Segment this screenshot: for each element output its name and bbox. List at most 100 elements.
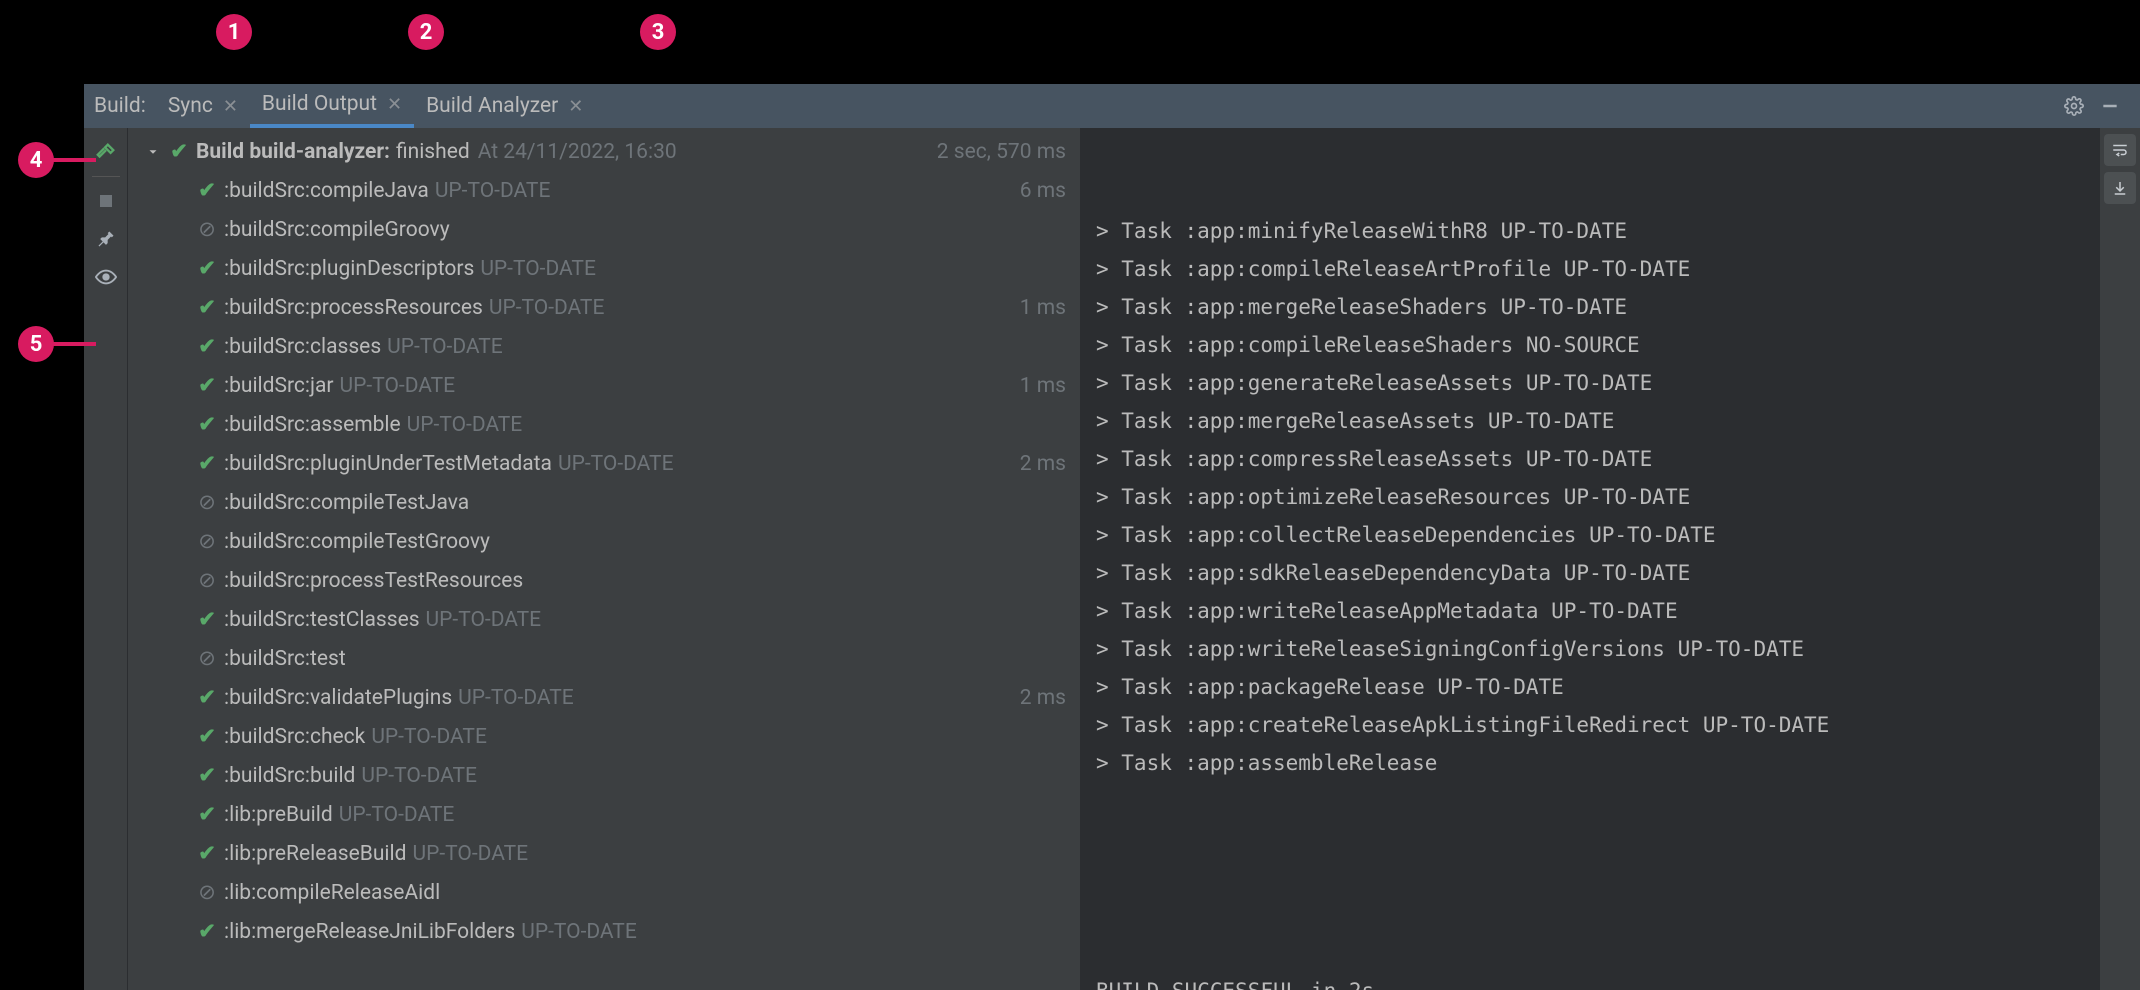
console-line: > Task :app:compileReleaseArtProfile UP-…	[1096, 250, 2100, 288]
tab-label: Build Output	[262, 92, 377, 116]
task-state: UP-TO-DATE	[387, 335, 503, 359]
task-row[interactable]: ⊘:buildSrc:compileTestJava	[134, 483, 1074, 522]
check-icon: ✔	[168, 139, 190, 164]
callout-line-4	[52, 158, 96, 162]
task-name: :buildSrc:compileTestJava	[224, 491, 469, 515]
console-line: > Task :app:writeReleaseSigningConfigVer…	[1096, 630, 2100, 668]
callout-badge-4: 4	[18, 142, 54, 178]
scroll-to-end-icon[interactable]	[2104, 172, 2136, 204]
check-icon: ✔	[196, 295, 218, 320]
tab-label: Build Analyzer	[426, 94, 558, 118]
check-icon: ✔	[196, 607, 218, 632]
console-line: > Task :app:compileReleaseShaders NO-SOU…	[1096, 326, 2100, 364]
task-name: :buildSrc:pluginDescriptors	[224, 257, 474, 281]
console-line: > Task :app:mergeReleaseAssets UP-TO-DAT…	[1096, 402, 2100, 440]
skip-icon: ⊘	[196, 217, 218, 242]
task-row[interactable]: ✔:buildSrc:testClassesUP-TO-DATE	[134, 600, 1074, 639]
task-state: UP-TO-DATE	[489, 296, 605, 320]
soft-wrap-icon[interactable]	[2104, 134, 2136, 166]
stop-icon[interactable]	[88, 183, 124, 219]
task-name: :lib:mergeReleaseJniLibFolders	[224, 920, 515, 944]
task-row[interactable]: ✔:buildSrc:processResourcesUP-TO-DATE 1 m…	[134, 288, 1074, 327]
task-name: :buildSrc:check	[224, 725, 365, 749]
skip-icon: ⊘	[196, 880, 218, 905]
console-line: > Task :app:packageRelease UP-TO-DATE	[1096, 668, 2100, 706]
close-icon[interactable]: ✕	[223, 96, 238, 117]
pin-icon[interactable]	[88, 221, 124, 257]
task-name: :buildSrc:validatePlugins	[224, 686, 452, 710]
callout-line-5	[52, 342, 96, 346]
task-state: UP-TO-DATE	[480, 257, 596, 281]
task-state: UP-TO-DATE	[521, 920, 637, 944]
check-icon: ✔	[196, 685, 218, 710]
task-row[interactable]: ✔:buildSrc:pluginDescriptorsUP-TO-DATE	[134, 249, 1074, 288]
task-row[interactable]: ✔:lib:preReleaseBuildUP-TO-DATE	[134, 834, 1074, 873]
console-line: > Task :app:optimizeReleaseResources UP-…	[1096, 478, 2100, 516]
task-row[interactable]: ✔:buildSrc:assembleUP-TO-DATE	[134, 405, 1074, 444]
root-title: Build build-analyzer:	[196, 140, 390, 164]
task-duration: 2 ms	[1020, 452, 1074, 476]
task-row[interactable]: ✔:buildSrc:buildUP-TO-DATE	[134, 756, 1074, 795]
task-name: :buildSrc:classes	[224, 335, 381, 359]
task-row[interactable]: ✔:lib:mergeReleaseJniLibFoldersUP-TO-DAT…	[134, 912, 1074, 951]
skip-icon: ⊘	[196, 490, 218, 515]
check-icon: ✔	[196, 373, 218, 398]
task-name: :buildSrc:compileGroovy	[224, 218, 450, 242]
close-icon[interactable]: ✕	[387, 94, 402, 115]
console-output[interactable]: > Task :app:minifyReleaseWithR8 UP-TO-DA…	[1080, 128, 2100, 990]
tree-root[interactable]: ✔ Build build-analyzer: finished At 24/1…	[134, 132, 1074, 171]
task-duration: 1 ms	[1020, 296, 1074, 320]
check-icon: ✔	[196, 724, 218, 749]
skip-icon: ⊘	[196, 568, 218, 593]
check-icon: ✔	[196, 841, 218, 866]
callout-badge-5: 5	[18, 326, 54, 362]
task-row[interactable]: ✔:lib:preBuildUP-TO-DATE	[134, 795, 1074, 834]
task-tree[interactable]: ✔ Build build-analyzer: finished At 24/1…	[128, 128, 1080, 990]
console-line: > Task :app:collectReleaseDependencies U…	[1096, 516, 2100, 554]
check-icon: ✔	[196, 178, 218, 203]
eye-icon[interactable]	[88, 259, 124, 295]
left-toolbar	[84, 128, 128, 990]
task-name: :buildSrc:pluginUnderTestMetadata	[224, 452, 552, 476]
task-row[interactable]: ⊘:lib:compileReleaseAidl	[134, 873, 1074, 912]
task-name: :lib:preReleaseBuild	[224, 842, 406, 866]
task-state: UP-TO-DATE	[407, 413, 523, 437]
tab-label: Sync	[168, 94, 213, 118]
skip-icon: ⊘	[196, 529, 218, 554]
task-row[interactable]: ⊘:buildSrc:compileGroovy	[134, 210, 1074, 249]
task-row[interactable]: ⊘:buildSrc:processTestResources	[134, 561, 1074, 600]
check-icon: ✔	[196, 802, 218, 827]
task-duration: 2 ms	[1020, 686, 1074, 710]
callout-badge-2: 2	[408, 14, 444, 50]
root-duration: 2 sec, 570 ms	[937, 140, 1074, 164]
task-row[interactable]: ✔:buildSrc:checkUP-TO-DATE	[134, 717, 1074, 756]
gear-icon[interactable]	[2056, 96, 2092, 116]
task-row[interactable]: ⊘:buildSrc:test	[134, 639, 1074, 678]
task-state: UP-TO-DATE	[558, 452, 674, 476]
tab-build-analyzer[interactable]: Build Analyzer ✕	[414, 84, 595, 128]
task-name: :buildSrc:test	[224, 647, 346, 671]
task-state: UP-TO-DATE	[339, 803, 455, 827]
tab-build-output[interactable]: Build Output ✕	[250, 84, 414, 128]
console-line: > Task :app:assembleRelease	[1096, 744, 2100, 782]
task-state: UP-TO-DATE	[426, 608, 542, 632]
task-name: :buildSrc:processResources	[224, 296, 483, 320]
console-line: > Task :app:createReleaseApkListingFileR…	[1096, 706, 2100, 744]
minimize-icon[interactable]	[2092, 96, 2128, 116]
task-row[interactable]: ✔:buildSrc:classesUP-TO-DATE	[134, 327, 1074, 366]
task-name: :buildSrc:build	[224, 764, 355, 788]
right-toolbar	[2100, 128, 2140, 990]
close-icon[interactable]: ✕	[568, 96, 583, 117]
task-row[interactable]: ✔:buildSrc:jarUP-TO-DATE1 ms	[134, 366, 1074, 405]
root-status: finished	[396, 140, 470, 164]
task-row[interactable]: ✔:buildSrc:pluginUnderTestMetadataUP-TO-…	[134, 444, 1074, 483]
task-row[interactable]: ✔:buildSrc:validatePluginsUP-TO-DATE2 ms	[134, 678, 1074, 717]
task-row[interactable]: ⊘:buildSrc:compileTestGroovy	[134, 522, 1074, 561]
task-state: UP-TO-DATE	[412, 842, 528, 866]
task-name: :lib:preBuild	[224, 803, 333, 827]
chevron-down-icon[interactable]	[144, 145, 162, 159]
check-icon: ✔	[196, 919, 218, 944]
hammer-icon[interactable]	[88, 134, 124, 170]
task-row[interactable]: ✔:buildSrc:compileJavaUP-TO-DATE6 ms	[134, 171, 1074, 210]
tab-sync[interactable]: Sync ✕	[156, 84, 250, 128]
